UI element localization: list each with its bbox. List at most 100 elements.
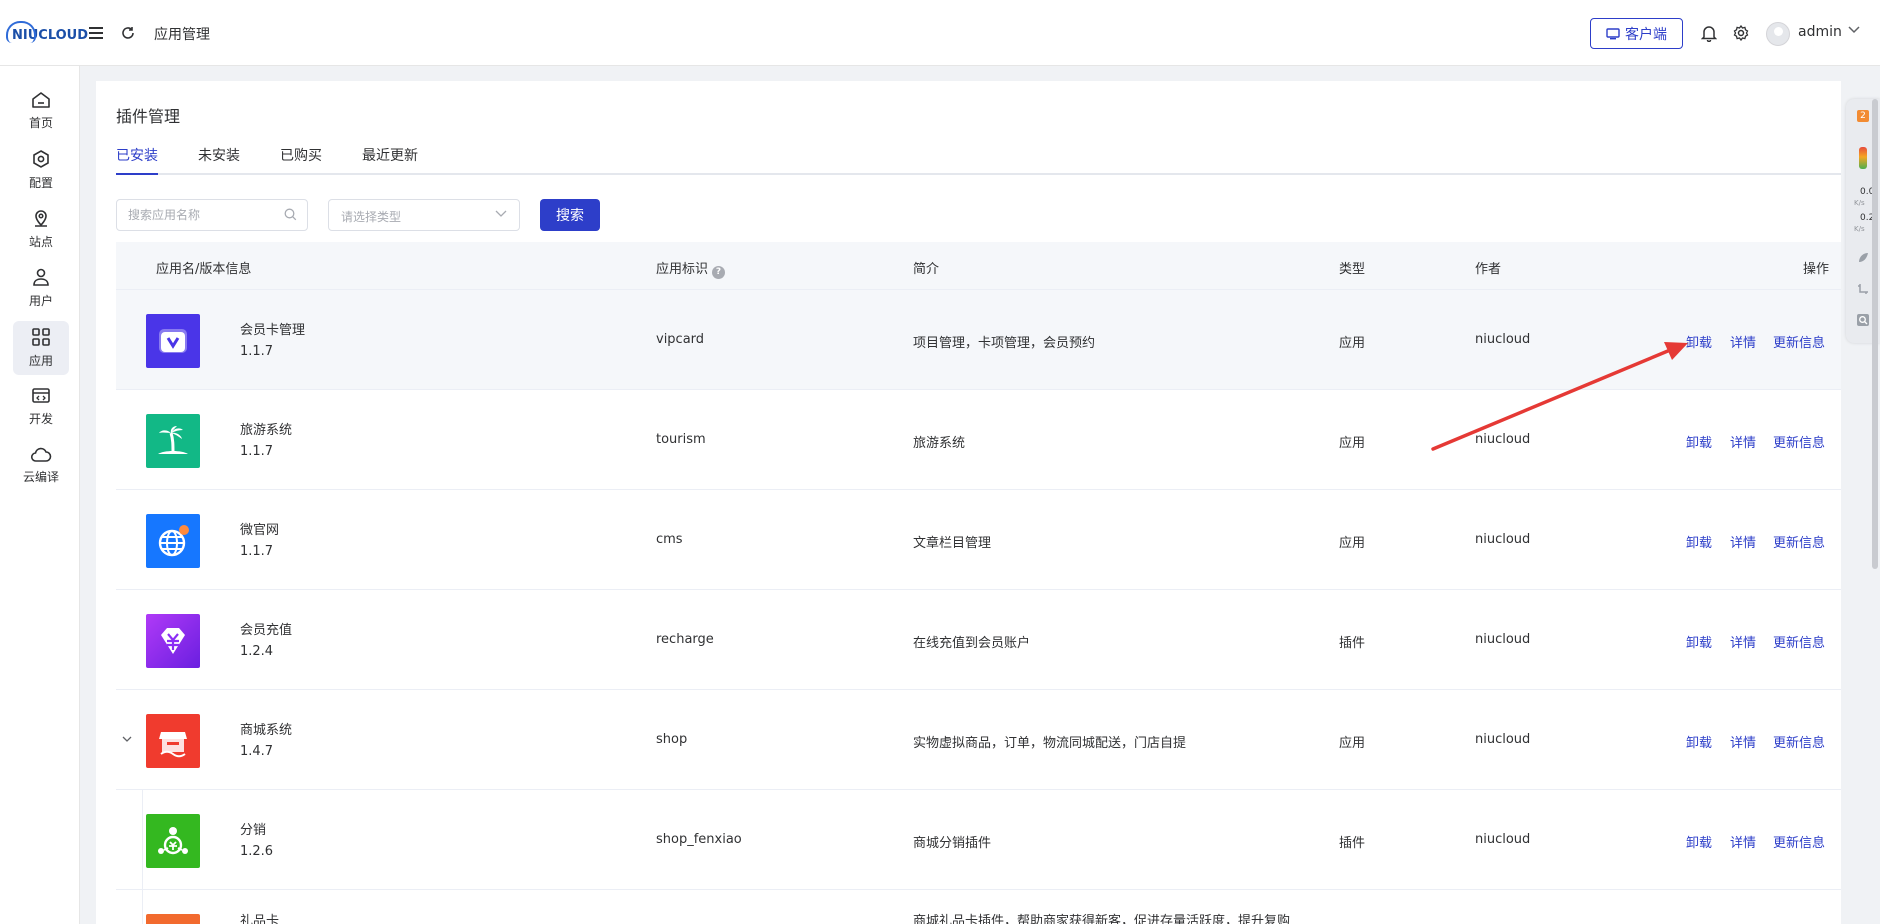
- app-version: 1.2.4: [240, 644, 274, 659]
- detail-link[interactable]: 详情: [1730, 632, 1756, 651]
- table-row: 旅游系统 1.1.7 tourism 旅游系统 应用 niucloud 卸载 详…: [116, 390, 1841, 490]
- app-version: 1.1.7: [240, 444, 274, 459]
- app-desc: 项目管理，卡项管理，会员预约: [913, 336, 1096, 351]
- menu-icon[interactable]: [85, 22, 107, 44]
- chevron-down-icon[interactable]: [1848, 26, 1860, 34]
- bell-icon[interactable]: [1698, 22, 1720, 44]
- app-author: niucloud: [1475, 532, 1531, 547]
- search-input[interactable]: [117, 200, 277, 230]
- app-key: shop: [656, 732, 688, 747]
- app-name: 会员充值: [240, 623, 293, 638]
- top-header: NIUCLOUD 应用管理 客户端 admin: [0, 0, 1880, 66]
- client-button[interactable]: 客户端: [1590, 18, 1683, 49]
- col-type: 类型: [1339, 262, 1366, 277]
- tab-recent-updates[interactable]: 最近更新: [362, 145, 418, 175]
- help-icon[interactable]: ?: [712, 266, 726, 279]
- scrollbar[interactable]: [1872, 99, 1878, 569]
- detail-link[interactable]: 详情: [1730, 432, 1756, 451]
- uninstall-link[interactable]: 卸载: [1686, 532, 1712, 551]
- tab-purchased[interactable]: 已购买: [280, 145, 322, 175]
- user-avatar[interactable]: [1766, 22, 1790, 46]
- col-desc: 简介: [913, 262, 940, 277]
- side-nav: 首页 配置 站点 用户 应用 开发 云编译: [0, 66, 80, 924]
- app-name: 礼品卡: [240, 914, 280, 924]
- app-author: niucloud: [1475, 732, 1531, 747]
- update-info-link[interactable]: 更新信息: [1773, 432, 1825, 451]
- app-key: cms: [656, 532, 683, 547]
- nav-label-dev: 开发: [28, 412, 53, 426]
- table-row: 礼品卡 商城礼品卡插件，帮助商家获得新客，促进存量活跃度，提升复购: [116, 890, 1841, 924]
- app-desc: 旅游系统: [913, 436, 966, 451]
- update-info-link[interactable]: 更新信息: [1773, 332, 1825, 351]
- niucloud-logo[interactable]: NIUCLOUD: [6, 20, 88, 43]
- app-version: 1.1.7: [240, 344, 274, 359]
- app-type: 应用: [1339, 336, 1366, 351]
- vipcard-app-icon: [146, 314, 200, 368]
- uninstall-link[interactable]: 卸载: [1686, 432, 1712, 451]
- tab-installed[interactable]: 已安装: [116, 145, 158, 175]
- table-row: 会员充值 1.2.4 recharge 在线充值到会员账户 插件 niuclou…: [116, 590, 1841, 690]
- update-info-link[interactable]: 更新信息: [1773, 832, 1825, 851]
- uninstall-link[interactable]: 卸载: [1686, 332, 1712, 351]
- notification-badge[interactable]: 2: [1857, 110, 1869, 122]
- app-version: 1.4.7: [240, 744, 274, 759]
- table-row: 分销 1.2.6 shop_fenxiao 商城分销插件 插件 niucloud…: [116, 790, 1841, 890]
- uninstall-link[interactable]: 卸载: [1686, 632, 1712, 651]
- app-name: 微官网: [240, 523, 280, 538]
- nav-item-user[interactable]: 用户: [13, 261, 69, 315]
- app-key: shop_fenxiao: [656, 832, 742, 847]
- uninstall-link[interactable]: 卸载: [1686, 832, 1712, 851]
- recharge-app-icon: [146, 614, 200, 668]
- brush-icon[interactable]: [1856, 251, 1870, 265]
- breadcrumb: 应用管理: [154, 27, 210, 43]
- detail-link[interactable]: 详情: [1730, 832, 1756, 851]
- cms-app-icon: [146, 514, 200, 568]
- tree-line: [142, 790, 143, 890]
- nav-item-dev[interactable]: 开发: [13, 380, 69, 434]
- nav-item-config[interactable]: 配置: [13, 143, 69, 197]
- screenshot-icon[interactable]: [1856, 282, 1870, 296]
- nav-item-apps[interactable]: 应用: [13, 321, 69, 375]
- app-desc: 实物虚拟商品，订单，物流同城配送，门店自提: [913, 736, 1187, 751]
- nav-item-cloud-build[interactable]: 云编译: [13, 439, 69, 493]
- col-name: 应用名/版本信息: [156, 262, 252, 277]
- tree-line: [142, 890, 143, 924]
- type-select[interactable]: 请选择类型: [328, 199, 520, 231]
- update-info-link[interactable]: 更新信息: [1773, 532, 1825, 551]
- uninstall-link[interactable]: 卸载: [1686, 732, 1712, 751]
- page-title: 插件管理: [116, 107, 181, 126]
- col-key-label: 应用标识: [656, 262, 709, 277]
- app-name: 商城系统: [240, 723, 293, 738]
- search-box[interactable]: [116, 199, 308, 231]
- refresh-icon[interactable]: [117, 22, 139, 44]
- detail-link[interactable]: 详情: [1730, 732, 1756, 751]
- gear-icon[interactable]: [1730, 22, 1752, 44]
- detail-link[interactable]: 详情: [1730, 332, 1756, 351]
- user-name[interactable]: admin: [1798, 24, 1842, 40]
- search-icon: [284, 208, 297, 221]
- chevron-down-icon[interactable]: [122, 736, 132, 743]
- app-type: 插件: [1339, 836, 1366, 851]
- monitor-icon: [1606, 27, 1620, 39]
- update-info-link[interactable]: 更新信息: [1773, 632, 1825, 651]
- type-select-placeholder: 请选择类型: [341, 210, 402, 224]
- dev-icon: [32, 388, 50, 403]
- gift-card-app-icon: [146, 914, 200, 924]
- speed-down-unit: K/s: [1854, 225, 1865, 233]
- update-info-link[interactable]: 更新信息: [1773, 732, 1825, 751]
- search-button[interactable]: 搜索: [540, 199, 600, 231]
- nav-item-home[interactable]: 首页: [13, 84, 69, 138]
- level-meter-icon: [1859, 147, 1867, 169]
- nav-label-site: 站点: [28, 235, 53, 249]
- nav-label-config: 配置: [28, 176, 53, 190]
- app-author: niucloud: [1475, 832, 1531, 847]
- app-desc: 在线充值到会员账户: [913, 636, 1031, 651]
- app-name: 分销: [240, 823, 267, 838]
- nav-label-cloud-build: 云编译: [22, 470, 59, 484]
- tab-not-installed[interactable]: 未安装: [198, 145, 240, 175]
- detail-link[interactable]: 详情: [1730, 532, 1756, 551]
- cloud-icon: [30, 447, 52, 462]
- search-icon[interactable]: [1856, 313, 1870, 327]
- nav-item-site[interactable]: 站点: [13, 202, 69, 256]
- app-name: 旅游系统: [240, 423, 293, 438]
